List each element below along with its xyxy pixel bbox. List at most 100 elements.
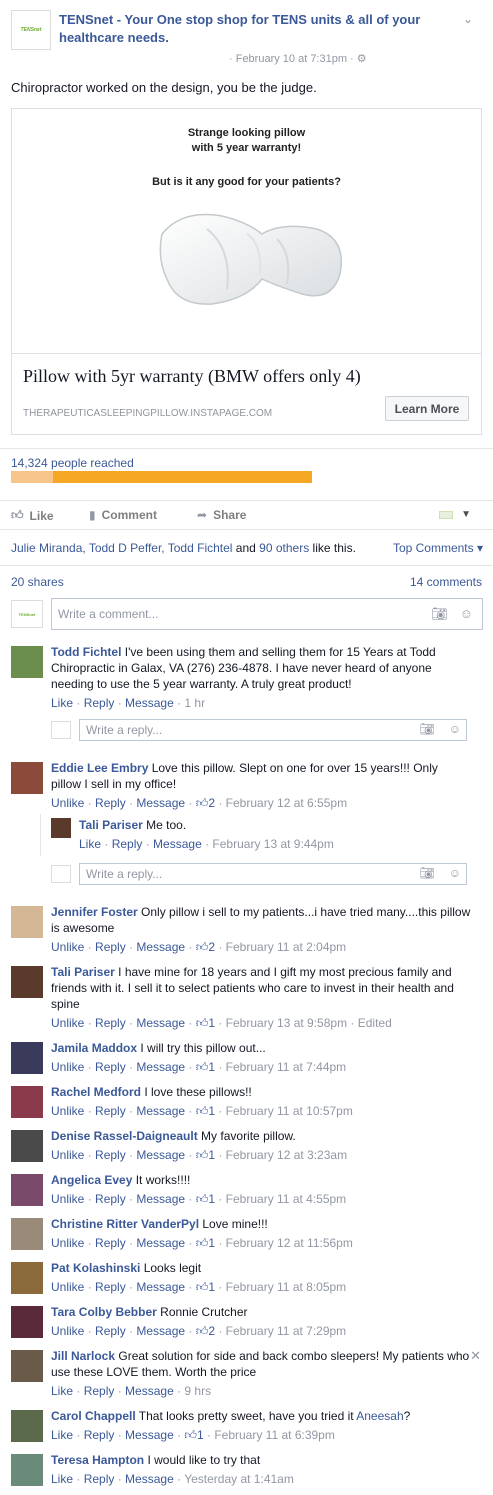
- comment-like-action[interactable]: Unlike: [51, 1060, 84, 1074]
- comment-like-action[interactable]: Like: [51, 1384, 73, 1398]
- comment-message-action[interactable]: Message: [136, 1280, 185, 1294]
- learn-more-button[interactable]: Learn More: [385, 396, 469, 421]
- avatar[interactable]: [51, 818, 71, 838]
- post-timestamp[interactable]: · February 10 at 7:31pm · ⚙: [229, 52, 367, 65]
- comment-like-action[interactable]: Like: [51, 1428, 73, 1442]
- emoji-icon[interactable]: ☺: [449, 722, 461, 736]
- camera-icon[interactable]: 📷︎: [420, 722, 435, 736]
- comment-reply-action[interactable]: Reply: [95, 1324, 126, 1338]
- comment-message-action[interactable]: Message: [136, 1324, 185, 1338]
- link-preview-card[interactable]: Strange looking pillow with 5 year warra…: [11, 108, 482, 435]
- avatar[interactable]: [11, 1454, 43, 1486]
- comment-message-action[interactable]: Message: [136, 1148, 185, 1162]
- avatar[interactable]: [11, 966, 43, 998]
- comment-message-action[interactable]: Message: [136, 1016, 185, 1030]
- avatar[interactable]: [11, 1410, 43, 1442]
- comment-message-action[interactable]: Message: [136, 1104, 185, 1118]
- comment-message-action[interactable]: Message: [136, 1192, 185, 1206]
- comment-like-count[interactable]: 👍︎1: [196, 1104, 215, 1118]
- comment-like-action[interactable]: Unlike: [51, 940, 84, 954]
- comment-author[interactable]: Pat Kolashinski: [51, 1261, 140, 1275]
- comment-message-action[interactable]: Message: [125, 1384, 174, 1398]
- reply-input[interactable]: Write a reply...: [79, 719, 467, 741]
- comment-reply-action[interactable]: Reply: [84, 1384, 115, 1398]
- comment-time[interactable]: February 11 at 7:29pm: [226, 1324, 347, 1338]
- reply-message-action[interactable]: Message: [153, 837, 202, 851]
- emoji-icon[interactable]: ☺: [460, 606, 473, 622]
- comment-reply-action[interactable]: Reply: [95, 1060, 126, 1074]
- avatar[interactable]: [11, 1306, 43, 1338]
- avatar[interactable]: [11, 1042, 43, 1074]
- comment-like-count[interactable]: 👍︎1: [196, 1016, 215, 1030]
- avatar[interactable]: [11, 1218, 43, 1250]
- comment-time[interactable]: February 11 at 6:39pm: [214, 1428, 335, 1442]
- avatar[interactable]: [11, 906, 43, 938]
- avatar[interactable]: [11, 762, 43, 794]
- comment-author[interactable]: Angelica Evey: [51, 1173, 132, 1187]
- comment-reply-action[interactable]: Reply: [95, 796, 126, 810]
- comment-message-action[interactable]: Message: [125, 1428, 174, 1442]
- comment-like-count[interactable]: 👍︎1: [196, 1148, 215, 1162]
- comment-like-count[interactable]: 👍︎1: [184, 1428, 203, 1442]
- emoji-icon[interactable]: ☺: [449, 866, 461, 880]
- comment-like-action[interactable]: Unlike: [51, 1016, 84, 1030]
- comment-author[interactable]: Jennifer Foster: [51, 905, 138, 919]
- camera-icon[interactable]: 📷︎: [420, 866, 435, 880]
- comment-time[interactable]: February 12 at 11:56pm: [226, 1236, 353, 1250]
- like-button[interactable]: 👍︎ Like: [11, 508, 54, 523]
- likers-names[interactable]: Julie Miranda, Todd D Peffer, Todd Ficht…: [11, 541, 232, 555]
- camera-icon[interactable]: 📷︎: [431, 606, 448, 622]
- comment-like-count[interactable]: 👍︎1: [196, 1060, 215, 1074]
- chevron-down-icon[interactable]: ⌄: [463, 12, 473, 26]
- comment-button[interactable]: ▮ Comment: [89, 508, 157, 522]
- comment-message-action[interactable]: Message: [125, 1472, 174, 1486]
- comment-reply-action[interactable]: Reply: [95, 1016, 126, 1030]
- comment-time[interactable]: Yesterday at 1:41am: [184, 1472, 294, 1486]
- comment-time[interactable]: February 11 at 8:05pm: [226, 1280, 347, 1294]
- reply-like-action[interactable]: Like: [79, 837, 101, 851]
- comment-time[interactable]: 1 hr: [184, 696, 205, 710]
- card-title[interactable]: Pillow with 5yr warranty (BMW offers onl…: [23, 366, 361, 387]
- comment-author[interactable]: Jill Narlock: [51, 1349, 115, 1363]
- comment-time[interactable]: February 12 at 3:23am: [226, 1148, 347, 1162]
- avatar[interactable]: [11, 1262, 43, 1294]
- comment-like-action[interactable]: Unlike: [51, 796, 84, 810]
- comment-like-count[interactable]: 👍︎1: [196, 1236, 215, 1250]
- comment-like-count[interactable]: 👍︎1: [196, 1280, 215, 1294]
- post-time-text[interactable]: · February 10 at 7:31pm ·: [229, 53, 357, 65]
- reach-text[interactable]: 14,324 people reached: [11, 456, 134, 470]
- comment-like-count[interactable]: 👍︎2: [196, 796, 215, 810]
- comment-like-action[interactable]: Unlike: [51, 1104, 84, 1118]
- comment-message-action[interactable]: Message: [136, 1060, 185, 1074]
- avatar[interactable]: [11, 1174, 43, 1206]
- comment-time[interactable]: February 13 at 9:58pm: [226, 1016, 347, 1030]
- comment-reply-action[interactable]: Reply: [84, 696, 115, 710]
- comment-author[interactable]: Eddie Lee Embry: [51, 761, 148, 775]
- comment-author[interactable]: Christine Ritter VanderPyl: [51, 1217, 199, 1231]
- comment-time[interactable]: February 11 at 4:55pm: [226, 1192, 347, 1206]
- comment-like-count[interactable]: 👍︎1: [196, 1192, 215, 1206]
- comment-reply-action[interactable]: Reply: [84, 1472, 115, 1486]
- comment-like-count[interactable]: 👍︎2: [196, 940, 215, 954]
- comment-tag-link[interactable]: Aneesah: [356, 1409, 403, 1423]
- share-button[interactable]: ➦ Share: [197, 508, 246, 522]
- comment-author[interactable]: Todd Fichtel: [51, 645, 121, 659]
- comment-reply-action[interactable]: Reply: [95, 1148, 126, 1162]
- comment-time[interactable]: 9 hrs: [184, 1384, 211, 1398]
- comment-message-action[interactable]: Message: [136, 796, 185, 810]
- page-logo[interactable]: TENSnet: [11, 10, 51, 50]
- comment-message-action[interactable]: Message: [125, 696, 174, 710]
- comment-author[interactable]: Denise Rassel-Daigneault: [51, 1129, 198, 1143]
- close-icon[interactable]: ✕: [470, 1348, 481, 1364]
- avatar[interactable]: [11, 1130, 43, 1162]
- comment-author[interactable]: Tali Pariser: [51, 965, 115, 979]
- avatar[interactable]: [11, 646, 43, 678]
- comment-input[interactable]: Write a comment...: [51, 598, 483, 630]
- comment-like-count[interactable]: 👍︎2: [196, 1324, 215, 1338]
- reply-author[interactable]: Tali Pariser: [79, 818, 143, 832]
- shares-count[interactable]: 20 shares: [11, 575, 64, 589]
- comment-like-action[interactable]: Like: [51, 696, 73, 710]
- comment-reply-action[interactable]: Reply: [95, 940, 126, 954]
- comment-like-action[interactable]: Like: [51, 1472, 73, 1486]
- reply-time[interactable]: February 13 at 9:44pm: [212, 837, 333, 851]
